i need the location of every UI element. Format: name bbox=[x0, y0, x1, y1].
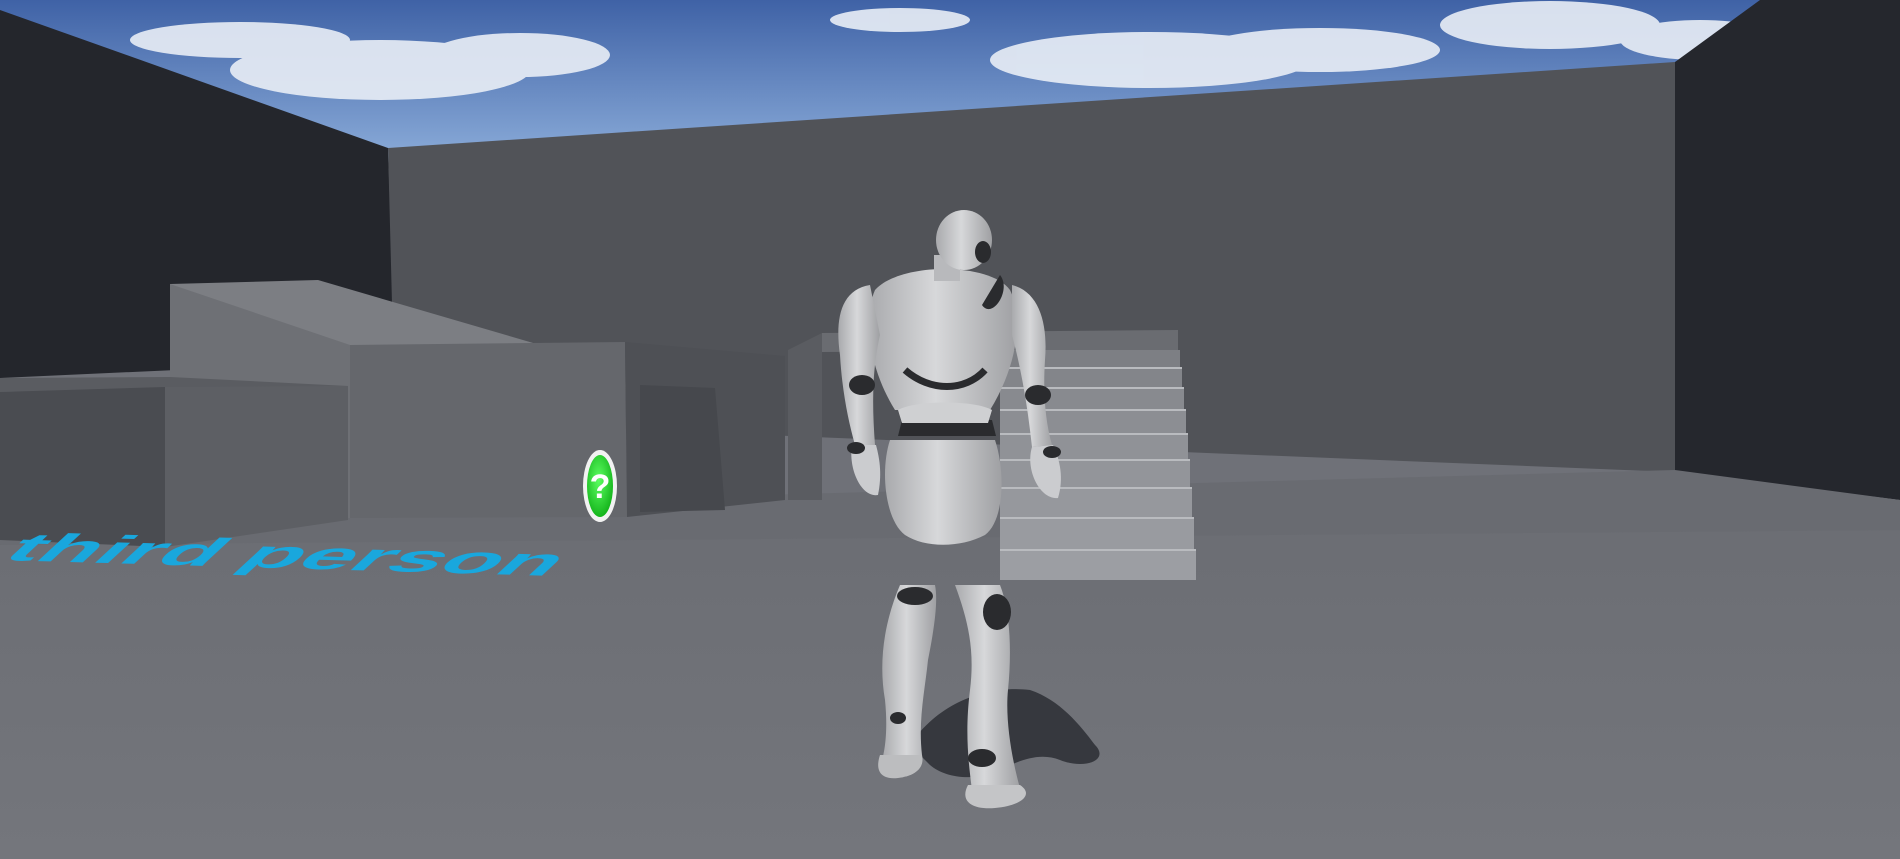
question-mark-icon: ? bbox=[590, 468, 611, 506]
platform-shadow bbox=[640, 385, 725, 512]
stair-block-left bbox=[788, 333, 822, 500]
low-block-front bbox=[0, 387, 165, 547]
right-wall bbox=[1675, 0, 1900, 500]
question-marker[interactable]: ? bbox=[583, 450, 617, 522]
game-viewport: ? third person bbox=[0, 0, 1900, 859]
low-block-side bbox=[165, 386, 348, 547]
